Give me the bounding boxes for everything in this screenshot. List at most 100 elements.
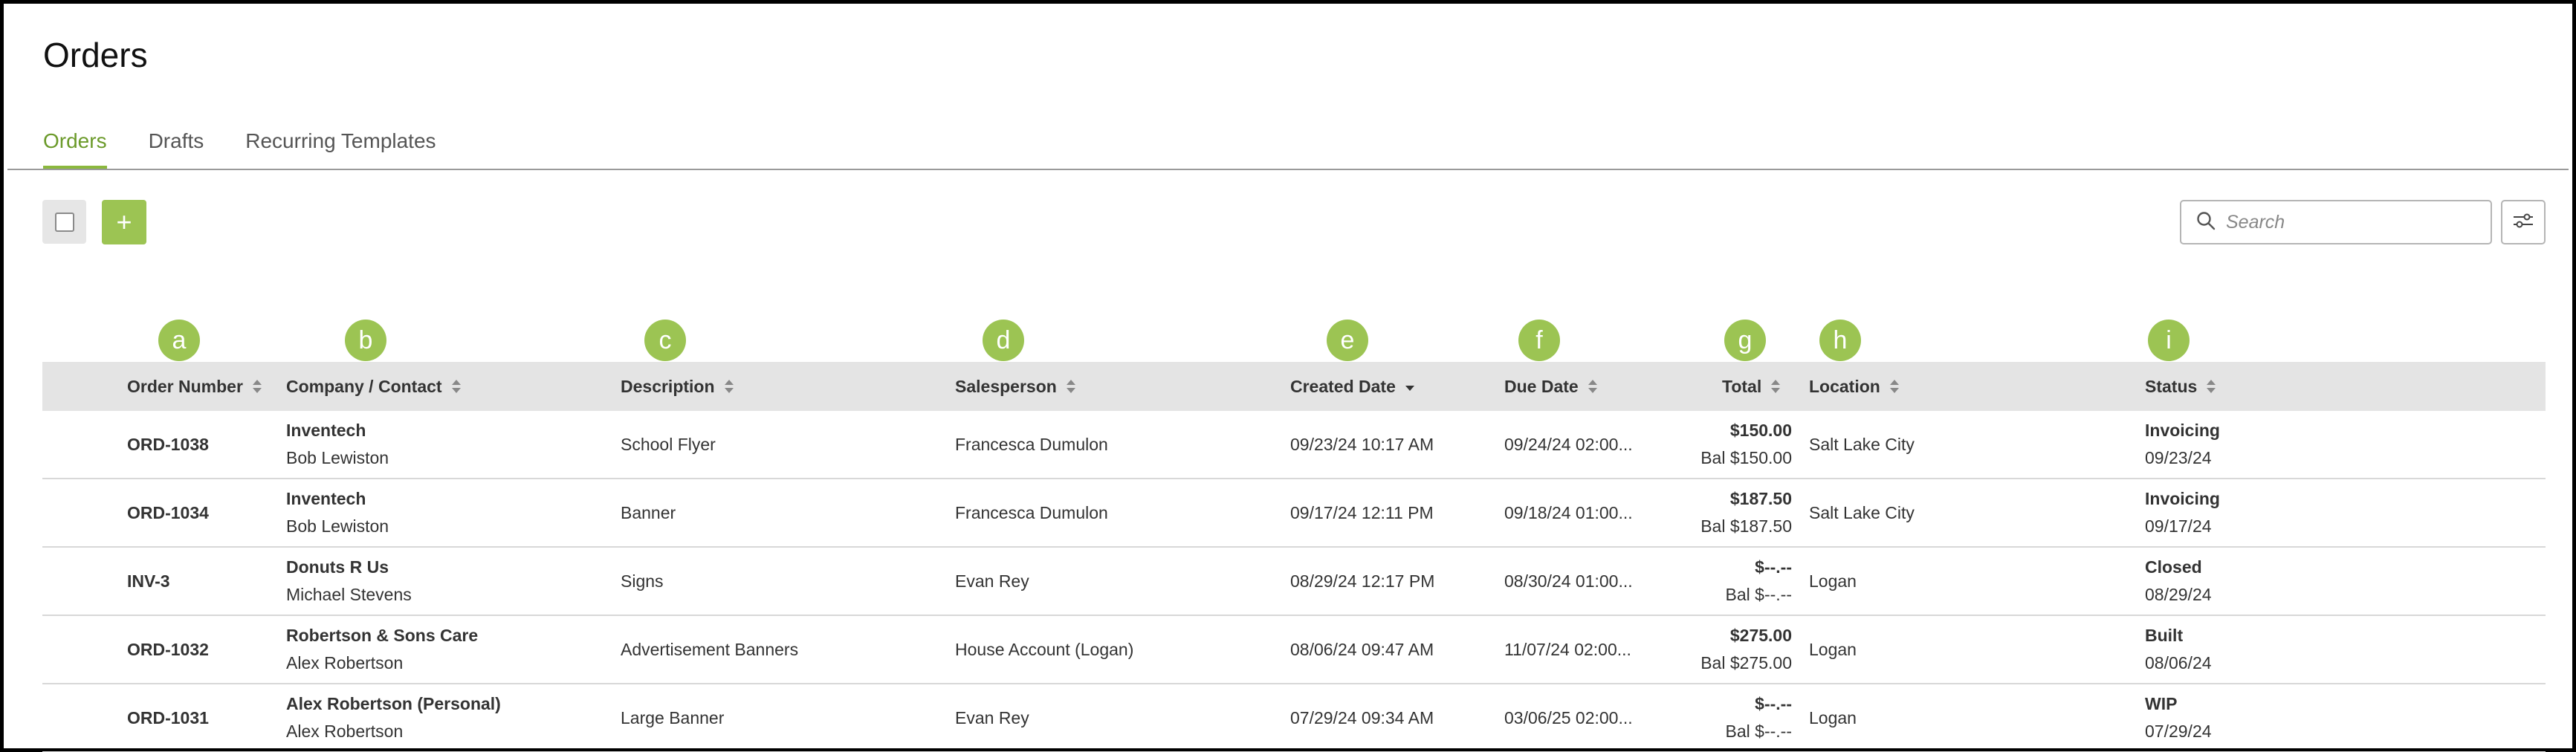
tab-orders[interactable]: Orders bbox=[43, 126, 107, 169]
column-header-description[interactable]: Description bbox=[621, 362, 734, 411]
annotation-badge-g: g bbox=[1724, 320, 1766, 361]
created-date-cell: 09/17/24 12:11 PM bbox=[1290, 502, 1434, 522]
status-cell: Invoicing 09/17/24 bbox=[2145, 479, 2220, 546]
total-cell: $275.00 Bal $275.00 bbox=[1603, 616, 1792, 683]
total-amount: $150.00 bbox=[1729, 421, 1792, 440]
column-header-created-date[interactable]: Created Date bbox=[1290, 362, 1415, 411]
salesperson-cell: Evan Rey bbox=[955, 707, 1029, 727]
company-contact-cell: Inventech Bob Lewiston bbox=[286, 411, 389, 478]
company-contact-cell: Inventech Bob Lewiston bbox=[286, 479, 389, 546]
status-label: WIP bbox=[2145, 694, 2178, 713]
status-cell: WIP 07/29/24 bbox=[2145, 684, 2212, 751]
sliders-icon bbox=[2512, 212, 2534, 233]
total-cell: $187.50 Bal $187.50 bbox=[1603, 479, 1792, 546]
balance-amount: Bal $--.-- bbox=[1725, 722, 1792, 741]
tabs-divider bbox=[7, 169, 2569, 170]
select-all-checkbox[interactable] bbox=[42, 200, 86, 244]
company-name: Inventech bbox=[286, 489, 366, 508]
created-date-cell: 08/06/24 09:47 AM bbox=[1290, 639, 1434, 659]
tab-drafts[interactable]: Drafts bbox=[149, 126, 204, 169]
sort-icon bbox=[1588, 378, 1598, 395]
table-row[interactable]: ORD-1034 Inventech Bob Lewiston Banner F… bbox=[42, 479, 2546, 548]
balance-amount: Bal $187.50 bbox=[1700, 516, 1792, 536]
total-cell: $150.00 Bal $150.00 bbox=[1603, 411, 1792, 478]
description-cell: Advertisement Banners bbox=[621, 639, 799, 659]
annotation-badge-e: e bbox=[1327, 320, 1368, 361]
annotation-badge-d: d bbox=[983, 320, 1024, 361]
status-label: Closed bbox=[2145, 557, 2202, 577]
contact-name: Alex Robertson bbox=[286, 653, 404, 672]
description-cell: School Flyer bbox=[621, 434, 716, 454]
search-input[interactable] bbox=[2226, 211, 2479, 233]
total-amount: $--.-- bbox=[1755, 557, 1792, 577]
tab-recurring-templates[interactable]: Recurring Templates bbox=[245, 126, 436, 169]
contact-name: Bob Lewiston bbox=[286, 516, 389, 536]
column-header-label: Location bbox=[1809, 376, 1880, 396]
column-header-label: Status bbox=[2145, 376, 2198, 396]
total-amount: $275.00 bbox=[1729, 626, 1792, 645]
status-date: 09/23/24 bbox=[2145, 448, 2212, 467]
order-number-cell[interactable]: ORD-1031 bbox=[127, 684, 209, 751]
sort-icon bbox=[252, 378, 262, 395]
add-order-button[interactable]: + bbox=[102, 200, 146, 244]
column-header-label: Description bbox=[621, 376, 715, 396]
annotation-badge-i: i bbox=[2148, 320, 2190, 361]
annotation-badge-b: b bbox=[345, 320, 386, 361]
company-contact-cell: Robertson & Sons Care Alex Robertson bbox=[286, 616, 478, 683]
column-header-total[interactable]: Total bbox=[1722, 362, 1781, 411]
company-contact-cell: Donuts R Us Michael Stevens bbox=[286, 548, 412, 615]
total-amount: $--.-- bbox=[1755, 694, 1792, 713]
sort-icon bbox=[1770, 378, 1781, 395]
search-field[interactable] bbox=[2180, 200, 2492, 244]
column-header-status[interactable]: Status bbox=[2145, 362, 2216, 411]
table-row[interactable]: ORD-1031 Alex Robertson (Personal) Alex … bbox=[42, 684, 2546, 752]
order-number-cell[interactable]: ORD-1034 bbox=[127, 479, 209, 546]
status-cell: Built 08/06/24 bbox=[2145, 616, 2212, 683]
table-row[interactable]: ORD-1038 Inventech Bob Lewiston School F… bbox=[42, 411, 2546, 479]
status-label: Built bbox=[2145, 626, 2184, 645]
column-header-label: Salesperson bbox=[955, 376, 1057, 396]
description-cell: Signs bbox=[621, 571, 664, 591]
order-number-cell[interactable]: ORD-1032 bbox=[127, 616, 209, 683]
app-window: Orders Orders Drafts Recurring Templates… bbox=[0, 0, 2576, 752]
status-date: 07/29/24 bbox=[2145, 722, 2212, 741]
annotation-badge-c: c bbox=[644, 320, 686, 361]
balance-amount: Bal $150.00 bbox=[1700, 448, 1792, 467]
column-header-salesperson[interactable]: Salesperson bbox=[955, 362, 1076, 411]
page-title: Orders bbox=[43, 36, 148, 74]
column-header-label: Total bbox=[1722, 376, 1762, 396]
order-number-cell[interactable]: ORD-1038 bbox=[127, 411, 209, 478]
column-header-due-date[interactable]: Due Date bbox=[1504, 362, 1598, 411]
total-amount: $187.50 bbox=[1729, 489, 1792, 508]
status-date: 08/29/24 bbox=[2145, 585, 2212, 604]
orders-table: Order Number Company / Contact Descripti… bbox=[42, 362, 2546, 752]
column-header-company-contact[interactable]: Company / Contact bbox=[286, 362, 462, 411]
filter-settings-button[interactable] bbox=[2501, 200, 2546, 244]
sort-icon bbox=[1889, 378, 1900, 395]
company-name: Robertson & Sons Care bbox=[286, 626, 479, 645]
contact-name: Bob Lewiston bbox=[286, 448, 389, 467]
table-row[interactable]: INV-3 Donuts R Us Michael Stevens Signs … bbox=[42, 548, 2546, 616]
location-cell: Logan bbox=[1809, 639, 1857, 659]
salesperson-cell: Evan Rey bbox=[955, 571, 1029, 591]
status-cell: Closed 08/29/24 bbox=[2145, 548, 2212, 615]
sort-descending-icon bbox=[1405, 378, 1415, 395]
total-cell: $--.-- Bal $--.-- bbox=[1603, 548, 1792, 615]
column-header-location[interactable]: Location bbox=[1809, 362, 1900, 411]
table-body: ORD-1038 Inventech Bob Lewiston School F… bbox=[42, 411, 2546, 752]
checkbox-box bbox=[54, 212, 74, 232]
description-cell: Large Banner bbox=[621, 707, 725, 727]
company-name: Alex Robertson (Personal) bbox=[286, 694, 501, 713]
table-row[interactable]: ORD-1032 Robertson & Sons Care Alex Robe… bbox=[42, 616, 2546, 684]
total-cell: $--.-- Bal $--.-- bbox=[1603, 684, 1792, 751]
search-icon bbox=[2196, 211, 2216, 234]
column-header-order-number[interactable]: Order Number bbox=[127, 362, 262, 411]
company-name: Donuts R Us bbox=[286, 557, 389, 577]
balance-amount: Bal $--.-- bbox=[1725, 585, 1792, 604]
created-date-cell: 08/29/24 12:17 PM bbox=[1290, 571, 1435, 591]
company-contact-cell: Alex Robertson (Personal) Alex Robertson bbox=[286, 684, 501, 751]
table-header: Order Number Company / Contact Descripti… bbox=[42, 362, 2546, 411]
order-number-cell[interactable]: INV-3 bbox=[127, 548, 170, 615]
column-header-label: Order Number bbox=[127, 376, 243, 396]
contact-name: Michael Stevens bbox=[286, 585, 412, 604]
